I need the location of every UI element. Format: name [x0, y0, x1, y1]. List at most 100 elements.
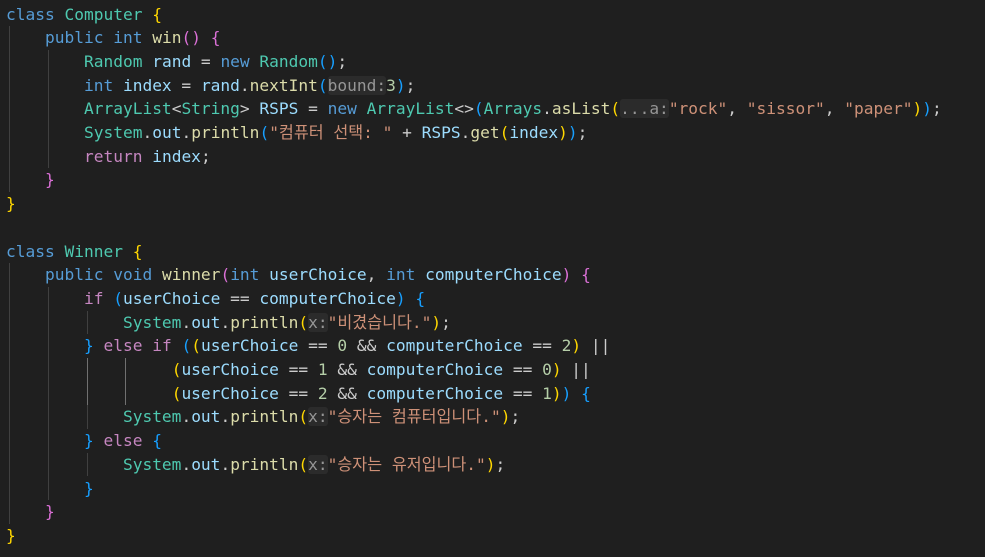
code-token: RSPS — [259, 99, 299, 119]
code-token: ) — [922, 99, 932, 119]
code-token: . — [181, 454, 192, 474]
code-line[interactable]: if (userChoice == computerChoice) { — [6, 287, 425, 311]
code-token: "비겼습니다." — [327, 312, 432, 332]
code-token: . — [220, 454, 231, 474]
code-token: ( — [499, 123, 510, 142]
code-token: ( — [220, 265, 231, 285]
code-token: . — [181, 123, 192, 142]
code-token: println — [191, 123, 260, 142]
code-token: ArrayList — [83, 99, 172, 119]
code-token: == — [278, 360, 318, 379]
code-token: computerChoice — [386, 336, 523, 356]
code-token: { — [132, 241, 143, 261]
parameter-hint: x: — [308, 312, 328, 332]
code-token: || — [581, 336, 611, 356]
code-token: } — [83, 478, 94, 498]
code-token: winner — [161, 265, 221, 285]
code-line[interactable]: System.out.println(x:"승자는 컴퓨터입니다."); — [6, 405, 520, 429]
code-token: userChoice — [269, 265, 367, 285]
code-line[interactable]: int index = rand.nextInt(bound:3); — [6, 74, 415, 98]
code-line[interactable]: } — [6, 524, 16, 548]
code-token: ; — [510, 407, 521, 427]
code-line[interactable]: (userChoice == 1 && computerChoice == 0)… — [6, 358, 591, 382]
code-line[interactable]: } — [6, 477, 94, 501]
code-token: Random — [259, 51, 318, 71]
code-token: asList — [551, 99, 611, 119]
code-line[interactable]: } — [6, 192, 16, 216]
code-token: > — [239, 99, 260, 119]
code-token: == — [220, 288, 260, 308]
code-token: ( — [171, 360, 182, 379]
code-line[interactable]: System.out.println("컴퓨터 선택: " + RSPS.get… — [6, 121, 587, 145]
code-token: int — [230, 265, 270, 285]
code-token: ; — [495, 454, 506, 474]
code-line[interactable]: } — [6, 168, 55, 192]
code-token: out — [191, 407, 221, 427]
code-token: == — [503, 383, 543, 403]
code-token: == — [278, 383, 318, 403]
code-line[interactable]: return index; — [6, 145, 211, 169]
code-token: <> — [454, 99, 474, 119]
code-token: if — [152, 336, 182, 356]
code-token: class — [6, 4, 65, 24]
code-token: && — [347, 336, 387, 356]
code-token: ( — [317, 75, 328, 95]
code-token: System — [122, 407, 182, 427]
code-token: 1 — [542, 383, 552, 403]
code-token: userChoice — [181, 383, 279, 403]
code-token: . — [181, 407, 192, 427]
code-token: { — [210, 28, 221, 48]
code-token: "승자는 유저입니다." — [327, 454, 486, 474]
code-token: ( — [298, 407, 309, 427]
code-token: ( — [191, 336, 201, 356]
code-token: win — [152, 28, 182, 48]
code-token: ( — [113, 288, 123, 308]
parameter-hint: x: — [308, 407, 328, 427]
code-token: get — [470, 123, 500, 142]
code-line[interactable]: ArrayList<String> RSPS = new ArrayList<>… — [6, 97, 942, 121]
code-token: ) — [561, 383, 572, 403]
code-token: = — [171, 75, 201, 95]
code-token: public — [44, 265, 114, 285]
code-token: Random — [83, 51, 153, 71]
code-line[interactable]: public void winner(int userChoice, int c… — [6, 263, 591, 287]
code-editor[interactable]: class Computer { public int win() { Rand… — [0, 0, 985, 557]
code-token: ) — [567, 123, 578, 142]
code-line[interactable]: } else { — [6, 429, 162, 453]
code-line[interactable]: class Computer { — [6, 3, 162, 27]
code-token: { — [152, 4, 162, 24]
code-token: computerChoice — [425, 265, 562, 285]
code-token: , — [727, 99, 747, 119]
code-line[interactable]: public int win() { — [6, 26, 220, 50]
code-token: println — [230, 407, 299, 427]
code-token: ) — [551, 383, 562, 403]
code-token: index — [122, 75, 172, 95]
code-line[interactable]: (userChoice == 2 && computerChoice == 1)… — [6, 382, 591, 406]
code-line[interactable]: System.out.println(x:"비겼습니다."); — [6, 311, 451, 335]
code-token: ) — [561, 265, 572, 285]
code-token: rand — [152, 51, 192, 71]
code-line[interactable]: Random rand = new Random(); — [6, 50, 347, 74]
code-token: void — [113, 265, 162, 285]
code-line[interactable]: } else if ((userChoice == 0 && computerC… — [6, 334, 610, 358]
code-token: 2 — [561, 336, 572, 356]
code-line[interactable]: System.out.println(x:"승자는 유저입니다."); — [6, 453, 505, 477]
code-token: userChoice — [181, 360, 279, 379]
code-token: ; — [932, 99, 942, 119]
code-line[interactable]: } — [6, 500, 55, 524]
code-token: nextInt — [249, 75, 318, 95]
code-line[interactable]: class Winner { — [6, 240, 142, 264]
code-token: return — [83, 146, 153, 166]
